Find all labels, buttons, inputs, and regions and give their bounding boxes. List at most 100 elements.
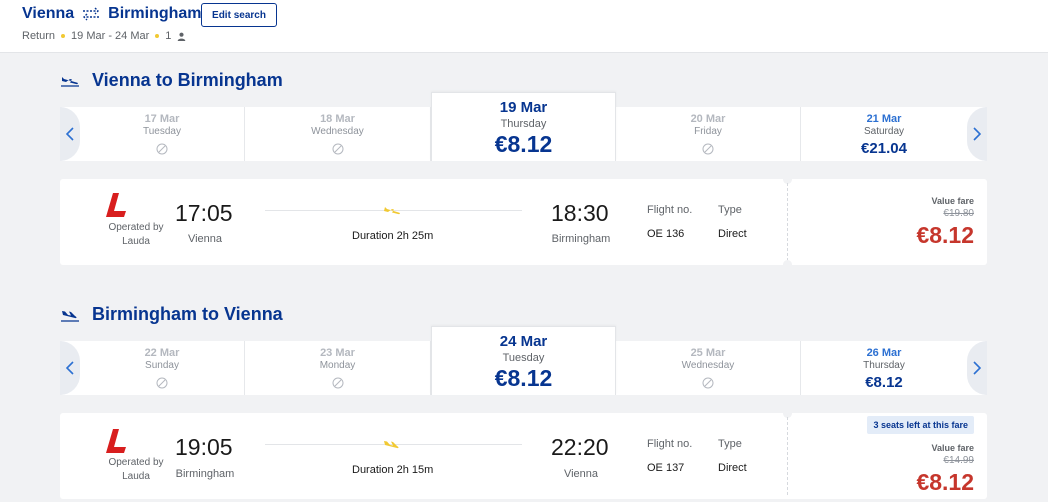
route-title: Vienna Birmingham [22, 5, 202, 23]
weekday-label: Friday [694, 126, 722, 137]
date-label: 17 Mar [144, 113, 180, 125]
separator-dot [61, 34, 66, 38]
flight-number: OE 136 [647, 228, 685, 240]
arrival-city: Vienna [563, 468, 599, 480]
chevron-left-icon [66, 361, 74, 375]
inbound-date-cell[interactable]: 25 Mar Wednesday [616, 341, 801, 395]
inbound-title-text: Birmingham to Vienna [92, 304, 283, 324]
outbound-date-cell[interactable]: 17 Mar Tuesday [80, 107, 245, 161]
date-label: 21 Mar [866, 113, 902, 125]
flight-number-label: Flight no. [647, 204, 693, 216]
chevron-left-icon [66, 127, 74, 141]
seats-left-badge: 3 seats left at this fare [867, 416, 974, 434]
outbound-prev-dates-button[interactable] [60, 107, 80, 161]
date-label: 26 Mar [866, 347, 902, 359]
lauda-logo-icon [106, 429, 126, 453]
outbound-next-dates-button[interactable] [967, 107, 987, 161]
arrival-time: 22:20 [551, 434, 609, 460]
weekday-label: Tuesday [502, 352, 545, 364]
passenger-count: 1 [165, 30, 172, 42]
weekday-label: Wednesday [681, 360, 735, 371]
date-label: 22 Mar [144, 347, 180, 359]
flight-number: OE 137 [647, 462, 685, 474]
ticket-notch [783, 260, 792, 269]
inbound-flight-card[interactable]: Operated by Lauda 19:05 Birmingham Durat… [60, 409, 987, 499]
outbound-flight-card[interactable]: Operated by Lauda 17:05 Vienna Duration … [60, 175, 987, 269]
outbound-date-cell[interactable]: 21 Mar Saturday €21.04 [801, 107, 967, 161]
flight-type: Direct [718, 228, 747, 240]
date-label: 23 Mar [320, 347, 355, 359]
trip-type: Return [22, 30, 56, 42]
plane-takeoff-icon [384, 207, 400, 215]
inbound-prev-dates-button[interactable] [60, 341, 80, 395]
inbound-date-cell[interactable]: 22 Mar Sunday [80, 341, 245, 395]
weekday-label: Tuesday [143, 126, 181, 137]
date-label: 18 Mar [320, 113, 355, 125]
person-icon [178, 32, 186, 41]
departure-time: 19:05 [175, 434, 233, 460]
outbound-date-cell[interactable]: 20 Mar Friday [616, 107, 801, 161]
plane-landing-icon [384, 441, 399, 449]
plane-takeoff-icon [61, 76, 79, 87]
chevron-right-icon [973, 127, 981, 141]
inbound-section-title: Birmingham to Vienna [60, 304, 283, 325]
flight-type-label: Type [718, 438, 742, 450]
outbound-date-cell-selected[interactable]: 19 Mar Thursday €8.12 [431, 92, 616, 161]
weekday-label: Sunday [145, 360, 179, 371]
separator-dot [155, 34, 160, 38]
destination-city: Birmingham [108, 5, 202, 22]
date-label: 19 Mar [499, 99, 548, 116]
no-flight-icon [702, 377, 714, 389]
lauda-logo-icon [106, 193, 126, 217]
date-price: €8.12 [494, 131, 553, 157]
no-flight-icon [702, 143, 714, 155]
trip-details: Return 19 Mar - 24 Mar 1 [22, 30, 186, 42]
weekday-label: Thursday [863, 360, 905, 371]
fare-divider [787, 417, 788, 495]
weekday-label: Monday [319, 360, 356, 371]
date-label: 20 Mar [690, 113, 726, 125]
weekday-label: Wednesday [311, 126, 364, 137]
original-price: €14.99 [943, 455, 974, 466]
weekday-label: Thursday [500, 118, 547, 130]
departure-time: 17:05 [175, 200, 233, 226]
chevron-right-icon [973, 361, 981, 375]
departure-city: Vienna [187, 233, 223, 245]
flight-number-label: Flight no. [647, 438, 693, 450]
weekday-label: Saturday [863, 126, 905, 137]
flight-duration: Duration 2h 15m [352, 464, 434, 476]
inbound-date-cell-selected[interactable]: 24 Mar Tuesday €8.12 [431, 326, 616, 395]
search-summary-bar: Vienna Birmingham Edit search Return 19 … [0, 0, 1048, 53]
no-flight-icon [156, 377, 168, 389]
inbound-date-selector: 22 Mar Sunday 23 Mar Monday 24 Mar Tuesd… [60, 326, 987, 395]
date-price: €21.04 [861, 140, 907, 157]
date-price: €8.12 [494, 365, 553, 391]
fare-price[interactable]: €8.12 [916, 469, 974, 496]
plane-landing-icon [61, 310, 79, 322]
date-label: 25 Mar [690, 347, 726, 359]
edit-search-button[interactable]: Edit search [201, 3, 277, 27]
fare-price[interactable]: €8.12 [916, 222, 974, 249]
no-flight-icon [156, 143, 168, 155]
flight-duration: Duration 2h 25m [352, 230, 434, 242]
inbound-next-dates-button[interactable] [967, 341, 987, 395]
fare-divider [787, 183, 788, 261]
date-price: €8.12 [865, 374, 903, 391]
outbound-title-text: Vienna to Birmingham [92, 70, 283, 90]
no-flight-icon [332, 377, 343, 389]
outbound-date-selector: 17 Mar Tuesday 18 Mar Wednesday 19 Mar T… [60, 92, 987, 161]
flight-type: Direct [718, 462, 747, 474]
date-label: 24 Mar [499, 333, 548, 350]
no-flight-icon [332, 143, 343, 155]
outbound-section-title: Vienna to Birmingham [60, 70, 283, 91]
departure-city: Birmingham [175, 468, 235, 480]
fare-type-label: Value fare [931, 196, 974, 206]
return-arrows-icon [83, 7, 100, 21]
inbound-date-cell[interactable]: 23 Mar Monday [245, 341, 431, 395]
inbound-date-cell[interactable]: 26 Mar Thursday €8.12 [801, 341, 967, 395]
flight-type-label: Type [718, 204, 742, 216]
outbound-date-cell[interactable]: 18 Mar Wednesday [245, 107, 431, 161]
arrival-city: Birmingham [551, 233, 611, 245]
origin-city: Vienna [22, 5, 75, 22]
arrival-time: 18:30 [551, 200, 609, 226]
